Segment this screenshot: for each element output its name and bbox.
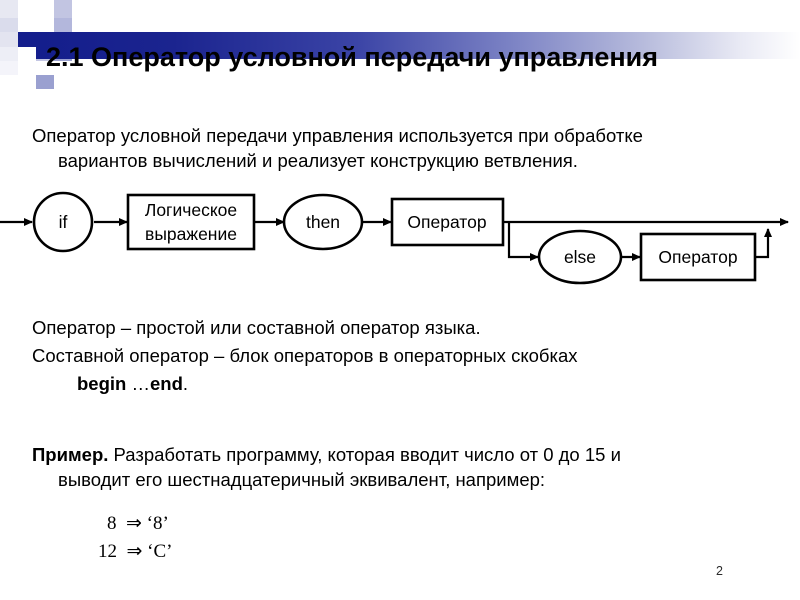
decor-square xyxy=(18,32,36,47)
decor-square xyxy=(18,18,36,32)
decor-square xyxy=(0,0,18,18)
syntax-diagram: if Логическое выражение then Оператор el… xyxy=(0,185,800,300)
example-line-2: выводит его шестнадцатеричный эквивалент… xyxy=(58,469,546,490)
node-condition: Логическое выражение xyxy=(126,193,256,251)
node-operator2-label: Оператор xyxy=(658,247,737,267)
decor-square xyxy=(18,0,36,18)
note-line-b: Составной оператор – блок операторов в о… xyxy=(32,345,578,366)
node-if: if xyxy=(32,191,94,253)
example-label: Пример. xyxy=(32,444,109,465)
example-line-1: Разработать программу, которая вводит чи… xyxy=(108,444,621,465)
page-number: 2 xyxy=(716,564,723,578)
note-keywords: begin …end. xyxy=(32,371,772,396)
decor-square xyxy=(36,75,54,89)
node-then-label: then xyxy=(306,212,340,232)
node-operator-else: Оператор xyxy=(639,232,757,282)
intro-line-1: Оператор условной передачи управления ис… xyxy=(32,125,643,146)
merge-back-arrow xyxy=(756,228,772,259)
decor-square xyxy=(18,61,36,75)
branch-to-else xyxy=(507,223,539,261)
decor-square xyxy=(36,18,54,32)
slide: 2.1 Оператор условной передачи управлени… xyxy=(0,0,800,600)
decor-square xyxy=(18,47,36,61)
decor-square xyxy=(54,0,72,18)
node-condition-line1: Логическое xyxy=(145,200,237,220)
decor-square xyxy=(54,18,72,32)
keyword-end: end xyxy=(149,373,183,394)
example-paragraph: Пример. Разработать программу, которая в… xyxy=(32,442,772,492)
intro-line-2: вариантов вычислений и реализует констру… xyxy=(58,150,578,171)
node-then: then xyxy=(282,193,364,251)
node-operator-then: Оператор xyxy=(390,197,505,247)
node-else: else xyxy=(537,229,623,285)
keyword-period: . xyxy=(182,373,189,394)
node-if-label: if xyxy=(59,212,68,232)
decor-square xyxy=(0,47,18,61)
keyword-ellipsis: … xyxy=(126,373,150,394)
note-line-a: Оператор – простой или составной операто… xyxy=(32,317,481,338)
decor-square xyxy=(0,32,18,47)
intro-paragraph: Оператор условной передачи управления ис… xyxy=(32,123,772,173)
example-row-2: 12 ⇒ ‘C’ xyxy=(98,541,173,562)
page-title: 2.1 Оператор условной передачи управлени… xyxy=(46,42,659,72)
decor-square xyxy=(0,61,18,75)
example-row-1: 8 ⇒ ‘8’ xyxy=(107,513,169,534)
node-operator1-label: Оператор xyxy=(407,212,486,232)
node-condition-line2: выражение xyxy=(145,224,237,244)
keyword-begin: begin xyxy=(77,373,127,394)
decor-square xyxy=(36,0,54,18)
node-else-label: else xyxy=(564,247,596,267)
decor-square xyxy=(0,18,18,32)
